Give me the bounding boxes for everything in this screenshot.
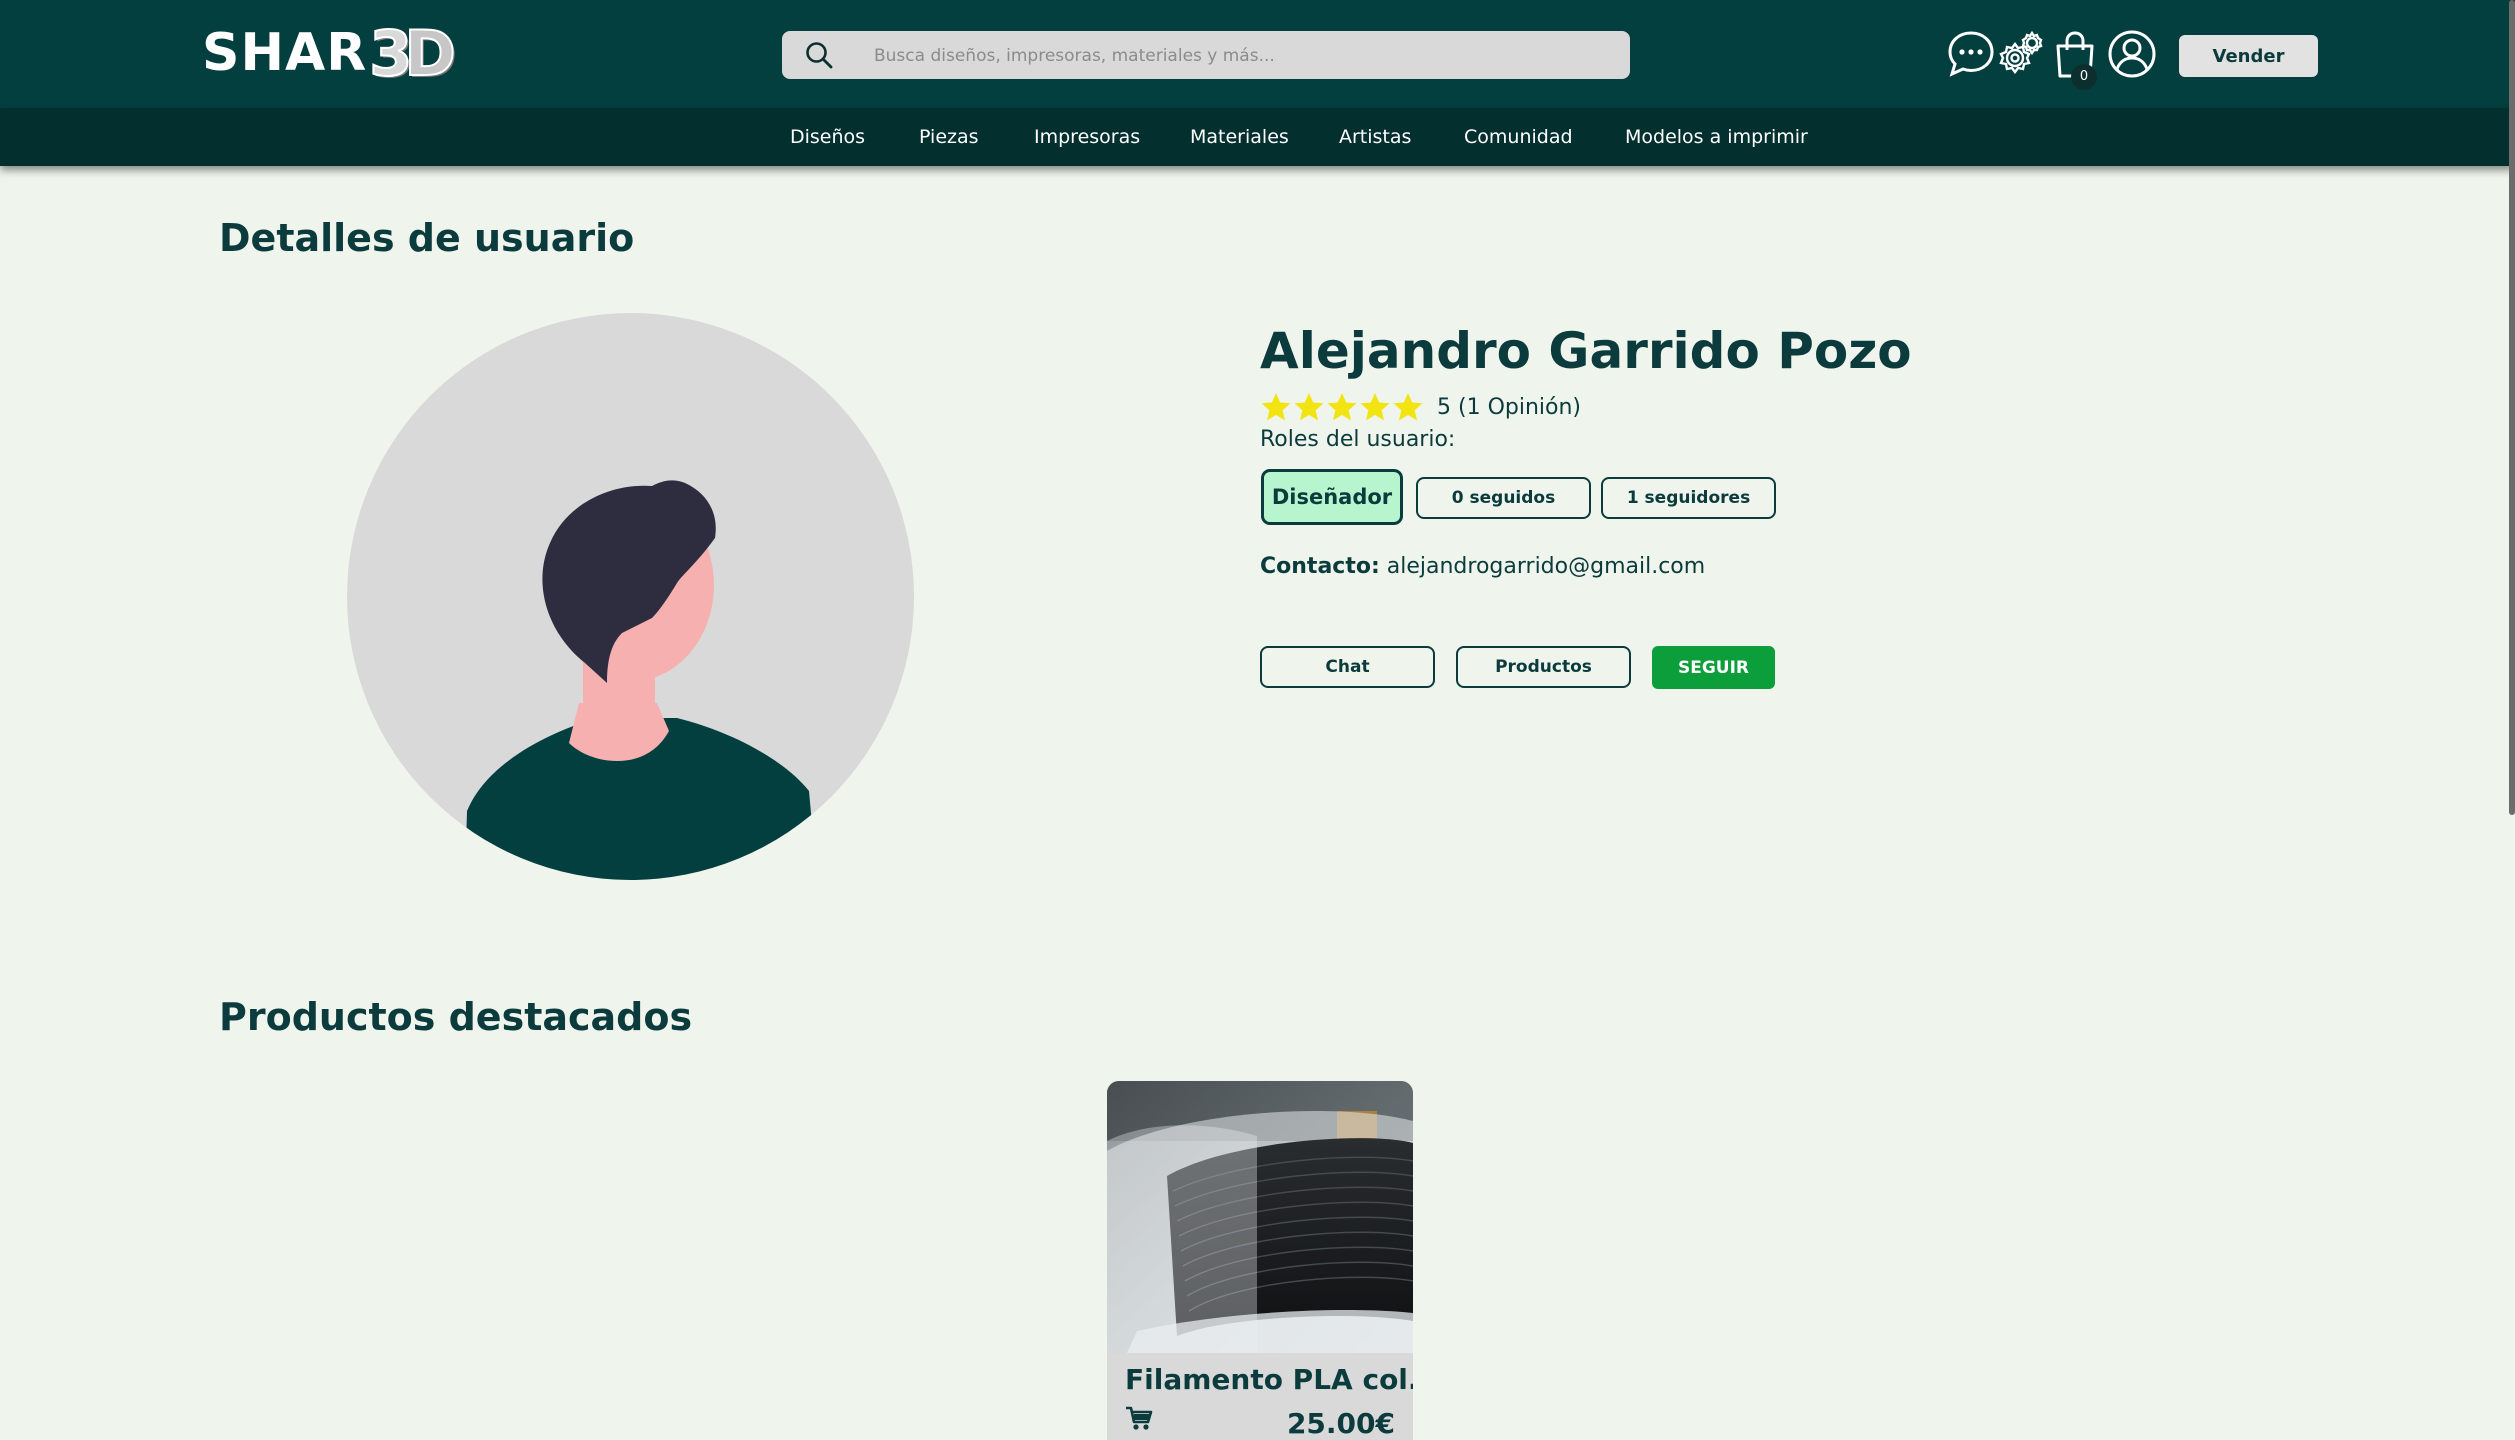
search-input[interactable] — [872, 37, 1616, 75]
search-icon[interactable] — [804, 40, 834, 70]
star-icon — [1393, 393, 1423, 421]
followers-button[interactable]: 1 seguidores — [1601, 477, 1776, 519]
user-name: Alejandro Garrido Pozo — [1260, 322, 1912, 380]
sell-button[interactable]: Vender — [2179, 35, 2318, 77]
product-image[interactable] — [1107, 1081, 1413, 1353]
chat-icon[interactable] — [1945, 28, 1997, 80]
nav-item-impresoras[interactable]: Impresoras — [1034, 108, 1140, 166]
nav-item-modelos[interactable]: Modelos a imprimir — [1625, 108, 1808, 166]
nav-item-piezas[interactable]: Piezas — [919, 108, 979, 166]
search-bar — [782, 31, 1630, 79]
main-nav: Diseños Piezas Impresoras Materiales Art… — [0, 108, 2515, 166]
section-title-user-details: Detalles de usuario — [219, 216, 635, 260]
role-badge-designer: Diseñador — [1261, 469, 1403, 525]
nav-item-disenos[interactable]: Diseños — [790, 108, 865, 166]
following-button[interactable]: 0 seguidos — [1416, 477, 1591, 519]
nav-item-artistas[interactable]: Artistas — [1339, 108, 1411, 166]
star-icon — [1327, 393, 1357, 421]
star-icon — [1261, 393, 1291, 421]
section-title-featured-products: Productos destacados — [219, 995, 693, 1039]
product-title[interactable]: Filamento PLA col... — [1125, 1363, 1413, 1396]
nav-item-comunidad[interactable]: Comunidad — [1464, 108, 1573, 166]
user-rating: 5 (1 Opinión) — [1260, 389, 1581, 425]
nav-item-materiales[interactable]: Materiales — [1190, 108, 1289, 166]
star-icon — [1294, 393, 1324, 421]
follow-button[interactable]: SEGUIR — [1652, 646, 1775, 689]
logo-text-d: D — [403, 16, 456, 91]
cart-icon[interactable] — [1125, 1406, 1153, 1432]
rating-text: 5 (1 Opinión) — [1437, 394, 1581, 420]
chat-button[interactable]: Chat — [1260, 646, 1435, 688]
user-icon[interactable] — [2106, 28, 2158, 80]
contact-email[interactable]: alejandrogarrido@gmail.com — [1387, 554, 1705, 579]
products-button[interactable]: Productos — [1456, 646, 1631, 688]
settings-icon[interactable] — [1995, 28, 2047, 80]
contact-label: Contacto: — [1260, 554, 1380, 579]
contact-info: Contacto: alejandrogarrido@gmail.com — [1260, 554, 1705, 579]
avatar-illustration — [465, 480, 817, 880]
logo[interactable]: SHAR 3 D — [202, 16, 457, 91]
star-icon — [1360, 393, 1390, 421]
logo-text: SHAR — [202, 23, 368, 83]
scrollbar[interactable] — [2509, 0, 2515, 815]
product-card[interactable]: Filamento PLA col... 25.00€ — [1107, 1081, 1413, 1440]
product-price: 25.00€ — [1286, 1407, 1395, 1440]
avatar — [347, 313, 914, 880]
roles-label: Roles del usuario: — [1260, 427, 1456, 452]
top-header: SHAR3D 0 Vender — [0, 0, 2515, 108]
cart-count-badge: 0 — [2071, 64, 2097, 90]
